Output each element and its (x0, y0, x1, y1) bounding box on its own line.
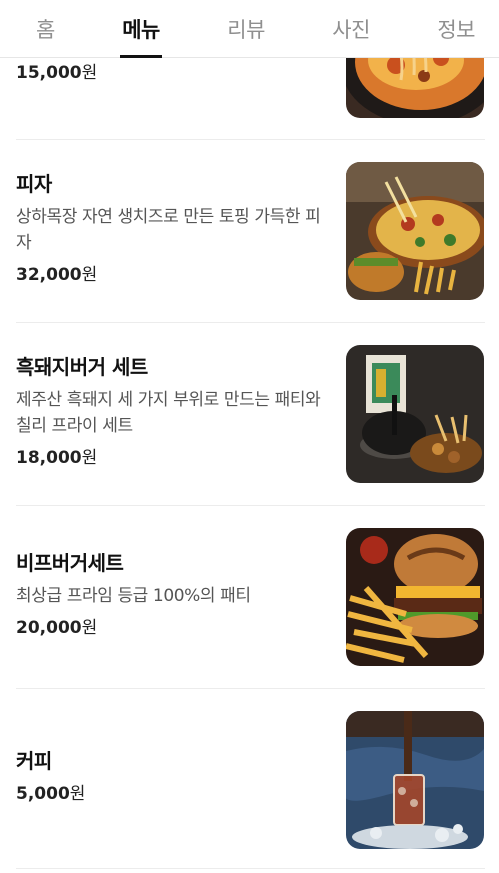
menu-item-price: 15,000원 (16, 63, 98, 83)
menu-item[interactable]: 피자 상하목장 자연 생치즈로 만든 토핑 가득한 피자 32,000원 (16, 139, 485, 323)
tab-home[interactable]: 홈 (36, 0, 55, 58)
menu-item[interactable]: 흑돼지버거 세트 제주산 흑돼지 세 가지 부위로 만드는 패티와 칠리 프라이… (16, 322, 485, 505)
menu-item-description: 최상급 프라임 등급 100%의 패티 (16, 586, 251, 606)
menu-item-name: 커피 (16, 749, 52, 773)
menu-item-price: 5,000원 (16, 784, 86, 804)
menu-item-price: 18,000원 (16, 448, 98, 468)
pizza-photo (346, 162, 484, 300)
tab-info[interactable]: 정보 (437, 0, 475, 58)
iced-coffee-photo (346, 711, 484, 849)
menu-list: 15,000원 피자 상하목장 자연 생치즈로 만든 토핑 가득한 피자 32,… (0, 0, 499, 873)
menu-item-name: 흑돼지버거 세트 (16, 355, 148, 379)
tab-menu[interactable]: 메뉴 (120, 0, 162, 58)
tab-photos[interactable]: 사진 (332, 0, 370, 58)
menu-item[interactable]: 커피 5,000원 (16, 688, 485, 869)
menu-item-price: 20,000원 (16, 618, 98, 638)
beef-burger-photo (346, 528, 484, 666)
menu-item[interactable]: 비프버거세트 최상급 프라임 등급 100%의 패티 20,000원 (16, 505, 485, 688)
menu-item-name: 비프버거세트 (16, 551, 124, 575)
tab-reviews[interactable]: 리뷰 (227, 0, 265, 58)
menu-item-description: 제주산 흑돼지 세 가지 부위로 만드는 패티와 칠리 프라이 세트 (16, 390, 321, 436)
black-burger-photo (346, 345, 484, 483)
menu-item-name: 피자 (16, 172, 52, 196)
menu-item-price: 32,000원 (16, 265, 98, 285)
tab-bar: 홈 메뉴 리뷰 사진 정보 (0, 0, 499, 58)
list-end-divider (16, 868, 485, 869)
menu-item-description: 상하목장 자연 생치즈로 만든 토핑 가득한 피자 (16, 207, 321, 253)
